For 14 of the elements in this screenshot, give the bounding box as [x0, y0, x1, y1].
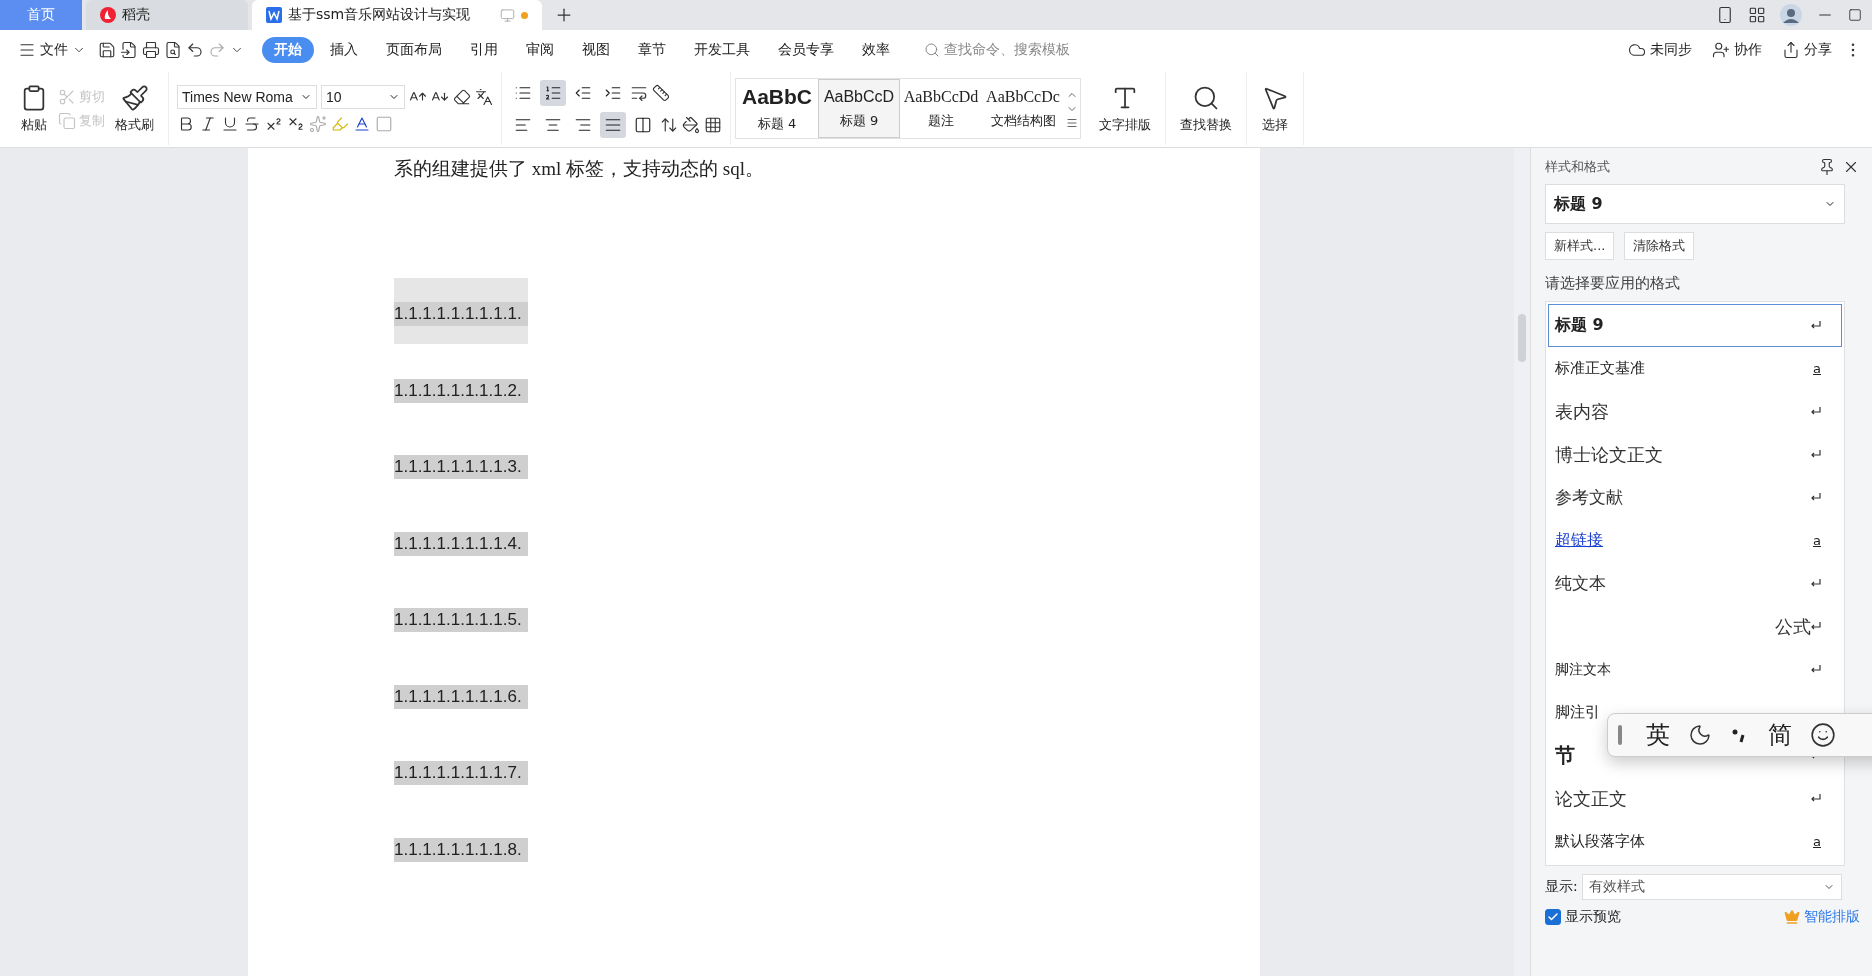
character-mark: a	[1813, 533, 1821, 548]
panel-prompt: 请选择要应用的格式	[1545, 274, 1681, 293]
body-text: 系的组建提供了 xml 标签，支持动态的 sql。	[394, 157, 765, 181]
heading-number: 1.1.1.1.1.1.1.1.5.	[394, 608, 528, 633]
heading-number: 1.1.1.1.1.1.1.1.3.	[394, 455, 528, 480]
heading-number: 1.1.1.1.1.1.1.1.7.	[394, 761, 528, 786]
show-label: 显示:	[1545, 878, 1578, 896]
character-mark: a	[1813, 834, 1821, 849]
heading-number: 1.1.1.1.1.1.1.1.8.	[394, 837, 528, 862]
heading-number: 1.1.1.1.1.1.1.1.2.	[394, 378, 528, 403]
character-mark: a	[1813, 361, 1821, 376]
heading-number: 1.1.1.1.1.1.1.1.4.	[394, 531, 528, 556]
heading-number: 1.1.1.1.1.1.1.1.6.	[394, 684, 528, 709]
preview-label: 显示预览	[1565, 908, 1621, 926]
